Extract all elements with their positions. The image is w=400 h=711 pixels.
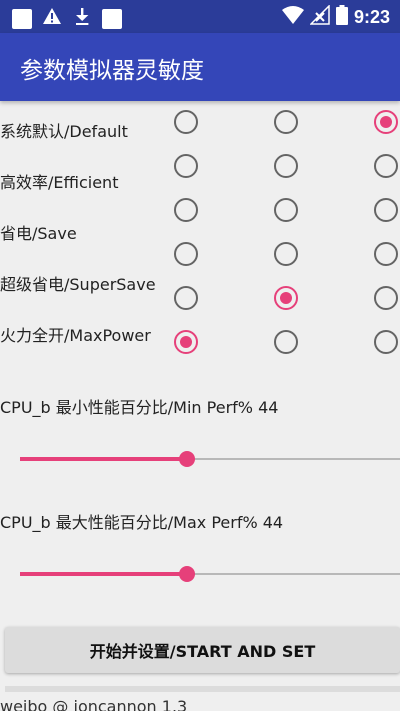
status-bar: 9:23 <box>0 0 400 33</box>
radio-save-col1[interactable] <box>174 198 198 222</box>
battery-icon <box>335 5 348 29</box>
page-title: 参数模拟器灵敏度 <box>20 58 204 84</box>
signal-icon <box>309 4 330 29</box>
radio-row4-col2[interactable] <box>274 242 298 266</box>
max-perf-slider[interactable] <box>20 562 400 586</box>
max-perf-label: CPU_b 最大性能百分比/Max Perf% 44 <box>0 513 284 532</box>
clock-time: 9:23 <box>353 6 390 27</box>
wifi-icon <box>281 5 304 29</box>
warning-icon <box>42 6 62 31</box>
radio-efficient-col1[interactable] <box>174 154 198 178</box>
slider-fill <box>20 572 188 576</box>
option-label-maxpower: 火力全开/MaxPower <box>0 326 151 345</box>
footer-credit: weibo @ ioncannon 1.3 <box>0 697 188 711</box>
radio-maxpower-col3[interactable] <box>374 330 398 354</box>
option-label-default: 系统默认/Default <box>0 122 128 141</box>
radio-save-col2[interactable] <box>274 198 298 222</box>
app-bar: 参数模拟器灵敏度 <box>0 33 400 101</box>
radio-default-col3[interactable] <box>374 110 398 134</box>
option-label-efficient: 高效率/Efficient <box>0 173 119 192</box>
radio-maxpower-col1[interactable] <box>174 330 198 354</box>
app-notification-icon <box>102 8 122 29</box>
radio-efficient-col2[interactable] <box>274 154 298 178</box>
radio-supersave-col1[interactable] <box>174 286 198 310</box>
start-and-set-button[interactable]: 开始并设置/START AND SET <box>5 627 400 673</box>
min-perf-label: CPU_b 最小性能百分比/Min Perf% 44 <box>0 398 279 417</box>
app-notification-icon <box>12 8 32 29</box>
radio-supersave-col2[interactable] <box>274 286 298 310</box>
radio-maxpower-col2[interactable] <box>274 330 298 354</box>
radio-row4-col3[interactable] <box>374 242 398 266</box>
radio-efficient-col3[interactable] <box>374 154 398 178</box>
radio-row4-col1[interactable] <box>174 242 198 266</box>
download-icon <box>72 6 92 31</box>
slider-thumb[interactable] <box>179 451 196 467</box>
min-perf-slider[interactable] <box>20 447 400 471</box>
progress-bar <box>5 686 400 692</box>
radio-default-col2[interactable] <box>274 110 298 134</box>
option-label-save: 省电/Save <box>0 224 77 243</box>
radio-save-col3[interactable] <box>374 198 398 222</box>
radio-default-col1[interactable] <box>174 110 198 134</box>
slider-thumb[interactable] <box>179 566 196 582</box>
slider-fill <box>20 457 188 461</box>
option-label-supersave: 超级省电/SuperSave <box>0 275 156 294</box>
radio-supersave-col3[interactable] <box>374 286 398 310</box>
